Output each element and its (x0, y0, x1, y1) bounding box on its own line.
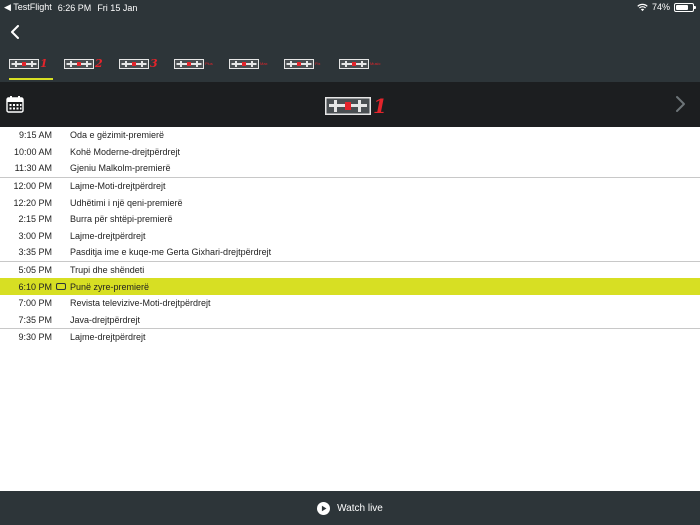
program-time: 9:15 AM (18, 130, 52, 141)
program-title: Trupi dhe shëndeti (70, 265, 145, 276)
battery-level (676, 4, 688, 10)
channel-tab-number: 3 (150, 57, 158, 70)
channel-tab[interactable]: Fix (284, 51, 328, 75)
schedule-row[interactable]: 11:30 AM Gjeniu Malkolm-premierë (0, 160, 700, 177)
program-time: 2:15 PM (18, 214, 52, 225)
program-time: 7:35 PM (18, 314, 52, 325)
schedule-row[interactable]: 10:00 AM Kohë Moderne-drejtpërdrejt (0, 144, 700, 161)
program-title: Lajme-drejtpërdrejt (70, 230, 146, 241)
tv-icon (56, 283, 66, 291)
channel-tab[interactable]: 3 (119, 51, 163, 75)
channel-tab-label: Max (260, 61, 268, 66)
nav-bar (0, 14, 700, 51)
program-time: 12:20 PM (13, 197, 52, 208)
schedule-row[interactable]: 2:15 PM Burra për shtëpi-premierë (0, 211, 700, 228)
schedule-row[interactable]: 7:35 PM Java-drejtpërdrejt (0, 312, 700, 329)
schedule-list: 9:15 AM Oda e gëzimit-premierë 10:00 AM Koh… (0, 127, 700, 346)
channel-tab-label: Music (370, 61, 381, 66)
program-title: Oda e gëzimit-premierë (70, 130, 165, 141)
program-title: Java-drejtpërdrejt (70, 314, 141, 325)
program-time: 11:30 AM (14, 163, 52, 174)
channel-tab-number: 1 (40, 57, 48, 70)
channel-tab[interactable]: Max (229, 51, 273, 75)
program-title: Pasditja ime e kuqe-me Gerta Gixhari-dre… (70, 247, 272, 258)
channel-tab[interactable]: Music (339, 51, 383, 75)
channel-logo-mark (284, 59, 314, 69)
channel-tab-label: Plus (205, 61, 213, 66)
live-marker (52, 283, 70, 291)
program-title: Burra për shtëpi-premierë (70, 214, 173, 225)
calendar-icon[interactable] (6, 95, 24, 113)
program-time: 9:30 PM (18, 332, 52, 343)
schedule-row-current[interactable]: 6:10 PM Punë zyre-premierë (0, 278, 700, 295)
program-time: 3:00 PM (18, 230, 52, 241)
channel-tab-number: 2 (95, 57, 103, 70)
channel-tab[interactable]: 2 (64, 51, 108, 75)
channel-number: 1 (373, 94, 387, 118)
schedule-row[interactable]: 3:35 PM Pasditja ime e kuqe-me Gerta Gixh… (0, 244, 700, 261)
channel-tab-label: Fix (315, 61, 321, 66)
program-title: Revista televizive-Moti-drejtpërdrejt (70, 298, 211, 309)
schedule-row[interactable]: 3:00 PM Lajme-drejtpërdrejt (0, 228, 700, 245)
program-title: Punë zyre-premierë (70, 281, 150, 292)
channel-header: 1 (0, 82, 700, 127)
watch-live-button[interactable]: Watch live (317, 501, 383, 515)
channel-logo-mark (174, 59, 204, 69)
channel-logo-mark (119, 59, 149, 69)
play-icon (317, 501, 331, 515)
channel-logo-mark (64, 59, 94, 69)
program-title: Udhëtimi i një qeni-premierë (70, 197, 183, 208)
channel-tab[interactable]: 1 (9, 51, 53, 80)
back-button[interactable] (4, 21, 26, 43)
schedule-row[interactable]: 5:05 PM Trupi dhe shëndeti (0, 262, 700, 279)
channel-tab[interactable]: Plus (174, 51, 218, 75)
status-bar: ◀ TestFlight 6:26 PM Fri 15 Jan 74% (0, 0, 700, 14)
chevron-left-icon (11, 25, 19, 39)
channel-tabs: 1 2 3 Plus Max Fix Music (0, 51, 700, 82)
bottom-bar: Watch live (0, 491, 700, 525)
battery-icon (674, 2, 696, 12)
schedule-row[interactable]: 12:00 PM Lajme-Moti-drejtpërdrejt (0, 178, 700, 195)
chevron-right-icon[interactable] (670, 94, 690, 114)
program-time: 6:10 PM (18, 281, 52, 292)
program-time: 7:00 PM (18, 298, 52, 309)
program-time: 10:00 AM (13, 146, 52, 157)
program-time: 3:35 PM (18, 247, 52, 258)
battery-percent: 74% (651, 2, 670, 12)
wifi-icon (637, 3, 648, 11)
program-title: Gjeniu Malkolm-premierë (70, 163, 171, 174)
channel-logo-mark (9, 59, 39, 69)
channel-logo: 1 (325, 94, 387, 118)
status-date: Fri 15 Jan (97, 2, 138, 13)
program-title: Lajme-Moti-drejtpërdrejt (70, 181, 166, 192)
channel-logo-mark (229, 59, 259, 69)
channel-logo-mark (325, 97, 371, 115)
program-title: Kohë Moderne-drejtpërdrejt (70, 146, 181, 157)
status-time: 6:26 PM (57, 2, 92, 13)
program-time: 12:00 PM (13, 181, 52, 192)
program-title: Lajme-drejtpërdrejt (70, 332, 146, 343)
schedule-row[interactable]: 9:30 PM Lajme-drejtpërdrejt (0, 329, 700, 346)
back-to-app-link[interactable]: ◀ TestFlight (4, 2, 52, 13)
schedule-row[interactable]: 9:15 AM Oda e gëzimit-premierë (0, 127, 700, 144)
program-time: 5:05 PM (18, 265, 52, 276)
channel-logo-mark (339, 59, 369, 69)
schedule-row[interactable]: 12:20 PM Udhëtimi i një qeni-premierë (0, 194, 700, 211)
watch-live-label: Watch live (337, 502, 383, 514)
schedule-row[interactable]: 7:00 PM Revista televizive-Moti-drejtpërd… (0, 295, 700, 312)
